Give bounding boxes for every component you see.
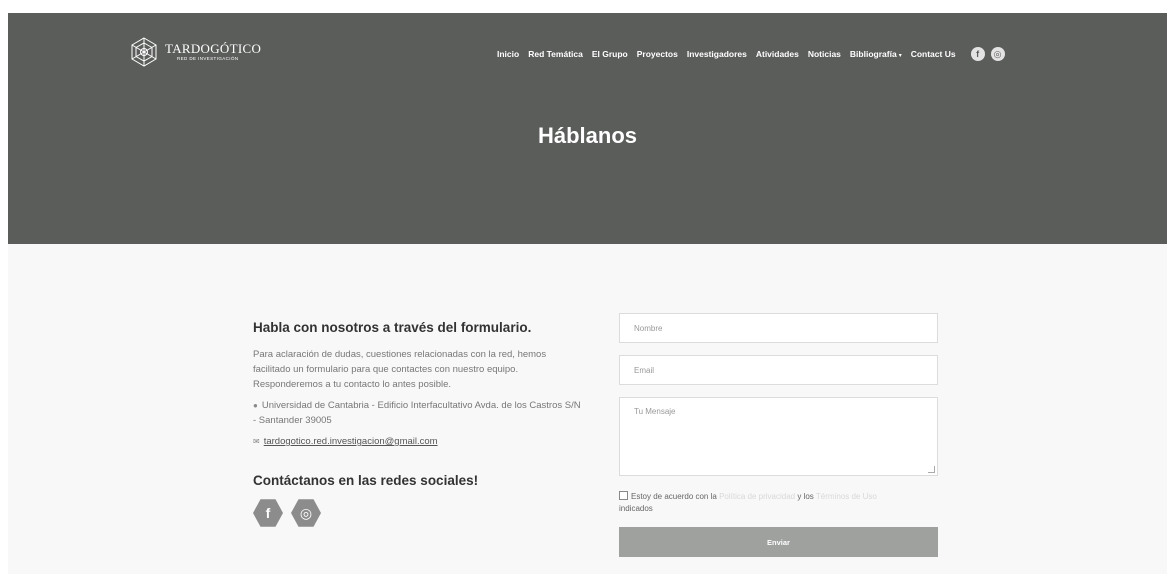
resize-handle-icon[interactable] [928,466,935,473]
page-title: Háblanos [537,123,638,148]
agree-middle: y los [797,492,814,501]
contact-description: Para aclaración de dudas, cuestiones rel… [253,349,547,390]
brand-subtitle: RED DE INVESTIGACIÓN [177,56,239,61]
envelope-icon: ✉ [253,437,260,446]
email-field[interactable]: Email [619,355,938,385]
instagram-icon[interactable]: ◎ [291,499,321,527]
location-pin-icon: ● [253,401,258,410]
site-logo[interactable]: TARDOGÓTICO RED DE INVESTIGACIÓN [129,37,261,67]
contact-form: Nombre Email Tu Mensaje Estoy de acuerdo… [619,313,938,557]
facebook-icon[interactable]: f [253,499,283,527]
contact-heading: Habla con nosotros a través del formular… [253,320,532,335]
nav-item-el-grupo[interactable]: El Grupo [592,49,628,59]
address-line: ● Universidad de Cantabria - Edificio Int… [253,398,583,428]
nav-item-investigadores[interactable]: Investigadores [687,49,747,59]
logo-emblem-icon [131,37,157,67]
nav-item-bibliografia[interactable]: Bibliografía ▾ [850,49,902,59]
nav-item-noticias[interactable]: Noticias [808,49,841,59]
nav-item-atividades[interactable]: Atividades [756,49,799,59]
main-nav: Inicio Red Temática El Grupo Proyectos I… [497,47,1005,61]
social-links: f ◎ [253,498,583,528]
agree-suffix: indicados [619,504,653,513]
terms-checkbox[interactable] [619,491,628,500]
social-heading: Contáctanos en las redes sociales! [253,473,479,488]
agree-prefix: Estoy de acuerdo con la [631,492,717,501]
terms-agreement: Estoy de acuerdo con la Política de priv… [619,491,919,515]
nav-item-red-tematica[interactable]: Red Temática [528,49,583,59]
instagram-icon[interactable]: ◎ [990,47,1005,61]
nav-item-bibliografia-label: Bibliografía [849,49,897,59]
terms-of-use-link[interactable]: Términos de Uso [816,492,877,501]
privacy-policy-link[interactable]: Política de privacidad [719,492,795,501]
chevron-down-icon: ▾ [898,53,902,59]
message-placeholder: Tu Mensaje [634,407,676,416]
nav-item-contact-us[interactable]: Contact Us [911,49,956,59]
address-text: Universidad de Cantabria - Edificio Inte… [253,400,581,426]
email-link[interactable]: tardogotico.red.investigacion@gmail.com [264,436,438,447]
facebook-icon[interactable]: f [970,47,985,61]
nav-item-proyectos[interactable]: Proyectos [637,49,678,59]
brand-title: TARDOGÓTICO [165,41,262,56]
nav-item-inicio[interactable]: Inicio [497,49,519,59]
message-field[interactable]: Tu Mensaje [619,397,938,476]
contact-section: Habla con nosotros a través del formular… [8,244,1167,574]
submit-button[interactable]: Enviar [619,527,938,557]
contact-info: Habla con nosotros a través del formular… [253,320,583,528]
email-line: ✉ tardogotico.red.investigacion@gmail.com [253,434,583,449]
name-field[interactable]: Nombre [619,313,938,343]
hero-banner: TARDOGÓTICO RED DE INVESTIGACIÓN Inicio … [8,13,1167,244]
